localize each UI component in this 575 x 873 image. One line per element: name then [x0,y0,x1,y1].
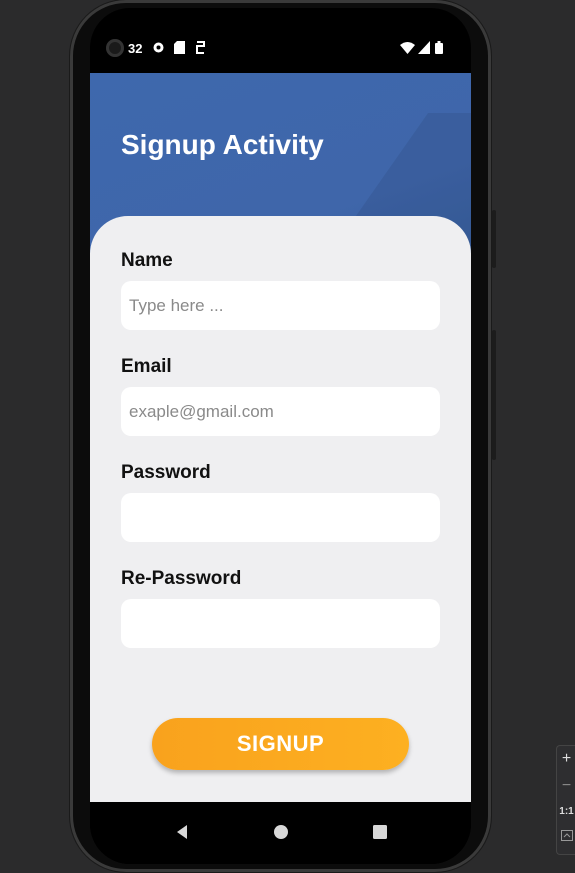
back-icon[interactable] [170,820,194,844]
battery-icon [435,41,443,57]
form-card: Name Email Password Re-Password [90,216,471,802]
power-button[interactable] [492,210,496,268]
actual-size-button[interactable]: 1:1 [557,806,575,817]
wifi-icon [400,41,415,57]
name-label: Name [121,250,173,271]
email-input[interactable] [121,387,440,436]
fit-screen-icon[interactable] [557,830,575,844]
navigation-bar [90,802,471,864]
email-label: Email [121,356,172,377]
password-label: Password [121,462,211,483]
repassword-label: Re-Password [121,568,242,589]
status-time: 32 [128,41,143,56]
zoom-out-button[interactable]: − [557,777,575,795]
name-input[interactable] [121,281,440,330]
sd-card-icon [174,41,185,57]
emulator-zoom-controls: + − 1:1 [556,745,575,855]
camera-lens-icon [106,39,124,57]
status-bar: 32 [90,34,471,64]
phone-frame: 32 Signup Activity Name Type here ... Em… [70,0,496,872]
sync-icon [195,41,206,57]
signup-activity: Signup Activity Name Email Password Re-P… [90,73,471,802]
zoom-in-button[interactable]: + [557,750,575,768]
repassword-input[interactable] [121,599,440,648]
home-icon[interactable] [269,820,293,844]
page-title: Signup Activity [121,129,324,160]
recents-icon[interactable] [368,820,392,844]
phone-screen: 32 Signup Activity Name Type here ... Em… [90,8,471,864]
signal-icon [418,41,430,57]
signup-button[interactable]: SIGNUP [152,718,409,770]
password-input[interactable] [121,493,440,542]
volume-button[interactable] [492,330,496,460]
notification-icon [152,41,165,57]
